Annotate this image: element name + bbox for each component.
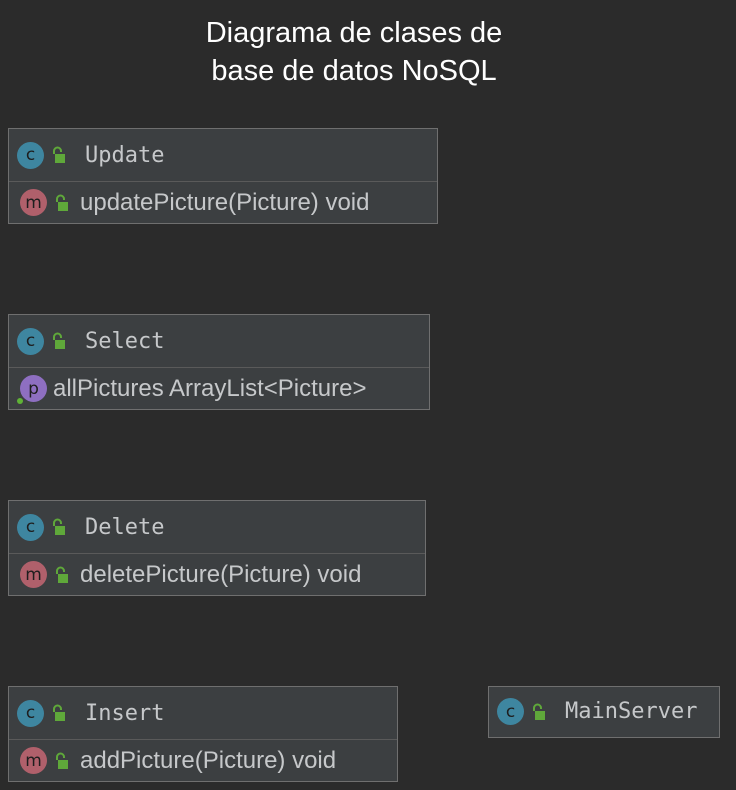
class-box-delete[interactable]: c Delete m deletePicture(Picture) void [8,500,426,596]
class-member-row-delete: m deletePicture(Picture) void [9,553,425,595]
diagram-title: Diagrama de clases de base de datos NoSQ… [0,14,708,90]
class-box-mainserver[interactable]: c MainServer [488,686,720,738]
class-name-update: Update [85,142,165,168]
class-member-row-select: p allPictures ArrayList<Picture> [9,367,429,409]
class-member-row-update: m updatePicture(Picture) void [9,181,437,223]
method-icon: m [20,561,47,588]
method-add-picture: addPicture(Picture) void [80,746,337,774]
class-icon: c [17,327,44,355]
method-icon: m [20,189,47,216]
property-all-pictures: allPictures ArrayList<Picture> [53,374,367,402]
class-box-insert[interactable]: c Insert m addPicture(Picture) void [8,686,398,782]
class-icon: c [17,699,44,727]
class-box-select[interactable]: c Select p allPictures ArrayList<Picture… [8,314,430,410]
class-header-delete: c Delete [9,501,425,553]
class-name-delete: Delete [85,514,165,540]
class-icon: c [497,698,524,725]
method-delete-picture: deletePicture(Picture) void [80,560,362,588]
public-lock-icon [54,752,68,770]
public-lock-icon [54,194,68,212]
class-header-select: c Select [9,315,429,367]
class-name-insert: Insert [85,700,165,726]
method-icon: m [20,747,47,774]
class-box-update[interactable]: c Update m updatePicture(Picture) void [8,128,438,224]
class-name-select: Select [85,328,165,354]
public-lock-icon [51,332,65,350]
class-header-update: c Update [9,129,437,181]
public-lock-icon [51,704,65,722]
diagram-title-line-1: Diagrama de clases de [205,17,503,49]
class-name-mainserver: MainServer [565,699,698,724]
public-lock-icon [54,566,68,584]
class-icon: c [17,513,44,541]
class-header-mainserver: c MainServer [489,687,719,736]
public-lock-icon [531,703,545,721]
field-visibility-dot-icon [17,398,23,404]
method-update-picture: updatePicture(Picture) void [80,188,370,216]
property-icon: p [20,375,47,402]
public-lock-icon [51,518,65,536]
public-lock-icon [51,146,65,164]
diagram-title-line-2: base de datos NoSQL [211,55,497,87]
class-member-row-insert: m addPicture(Picture) void [9,739,397,781]
class-header-insert: c Insert [9,687,397,739]
class-icon: c [17,141,44,169]
